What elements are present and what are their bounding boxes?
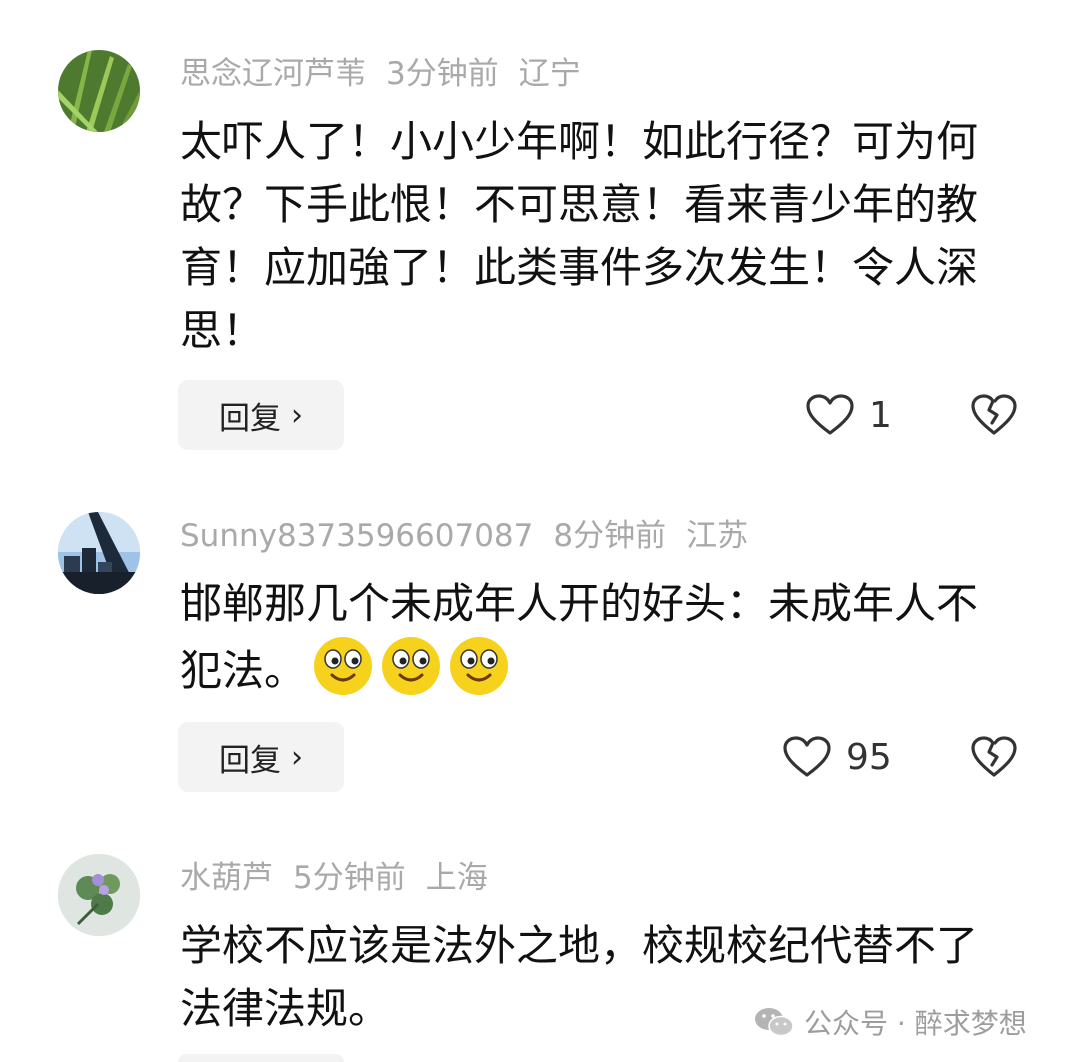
heart-outline-icon (806, 394, 854, 435)
comment-meta: 水葫芦 5分钟前 上海 (180, 858, 508, 898)
username[interactable]: 水葫芦 (180, 860, 273, 896)
chevron-right-icon: › (291, 397, 303, 433)
avatar[interactable] (58, 854, 140, 936)
reply-label: 回复 (219, 400, 281, 437)
like-button[interactable]: 1 (805, 380, 892, 450)
like-count: 1 (869, 394, 892, 436)
username[interactable]: Sunny8373596607087 (180, 518, 533, 554)
wechat-icon (755, 1008, 794, 1037)
comment-text: 邯郸那几个未成年人开的好头：未成年人不犯法。 (180, 579, 979, 695)
location: 江苏 (686, 518, 749, 554)
comment-meta: Sunny8373596607087 8分钟前 江苏 (180, 516, 768, 556)
reply-label: 回复 (219, 742, 281, 779)
avatar[interactable] (58, 50, 140, 132)
like-button[interactable]: 95 (782, 722, 892, 792)
smile-emoji-icon (312, 635, 374, 697)
like-count: 95 (846, 736, 892, 778)
reply-button[interactable]: 回复 › (178, 380, 344, 450)
timestamp: 5分钟前 (293, 860, 406, 896)
comment-body: 邯郸那几个未成年人开的好头：未成年人不犯法。 (180, 572, 1010, 702)
location: 上海 (425, 860, 488, 896)
watermark: 公众号 · 醉求梦想 (754, 1000, 1027, 1044)
broken-heart-icon[interactable] (970, 735, 1018, 779)
broken-heart-icon[interactable] (970, 393, 1018, 437)
smile-emoji-icon (448, 635, 510, 697)
comment-meta: 思念辽河芦苇 3分钟前 辽宁 (180, 54, 601, 94)
watermark-text: 公众号 · 醉求梦想 (804, 1007, 1027, 1040)
timestamp: 3分钟前 (386, 56, 499, 92)
reply-button-partial[interactable] (178, 1054, 344, 1062)
smile-emoji-icon (380, 635, 442, 697)
timestamp: 8分钟前 (553, 518, 667, 554)
avatar[interactable] (58, 512, 140, 594)
chevron-right-icon: › (291, 739, 303, 775)
username[interactable]: 思念辽河芦苇 (180, 56, 366, 92)
heart-outline-icon (783, 736, 831, 777)
reply-button[interactable]: 回复 › (178, 722, 344, 792)
comment-text: 太吓人了！小小少年啊！如此行径？可为何故？下手此恨！不可思意！看来青少年的教育！… (180, 117, 979, 355)
location: 辽宁 (518, 56, 581, 92)
